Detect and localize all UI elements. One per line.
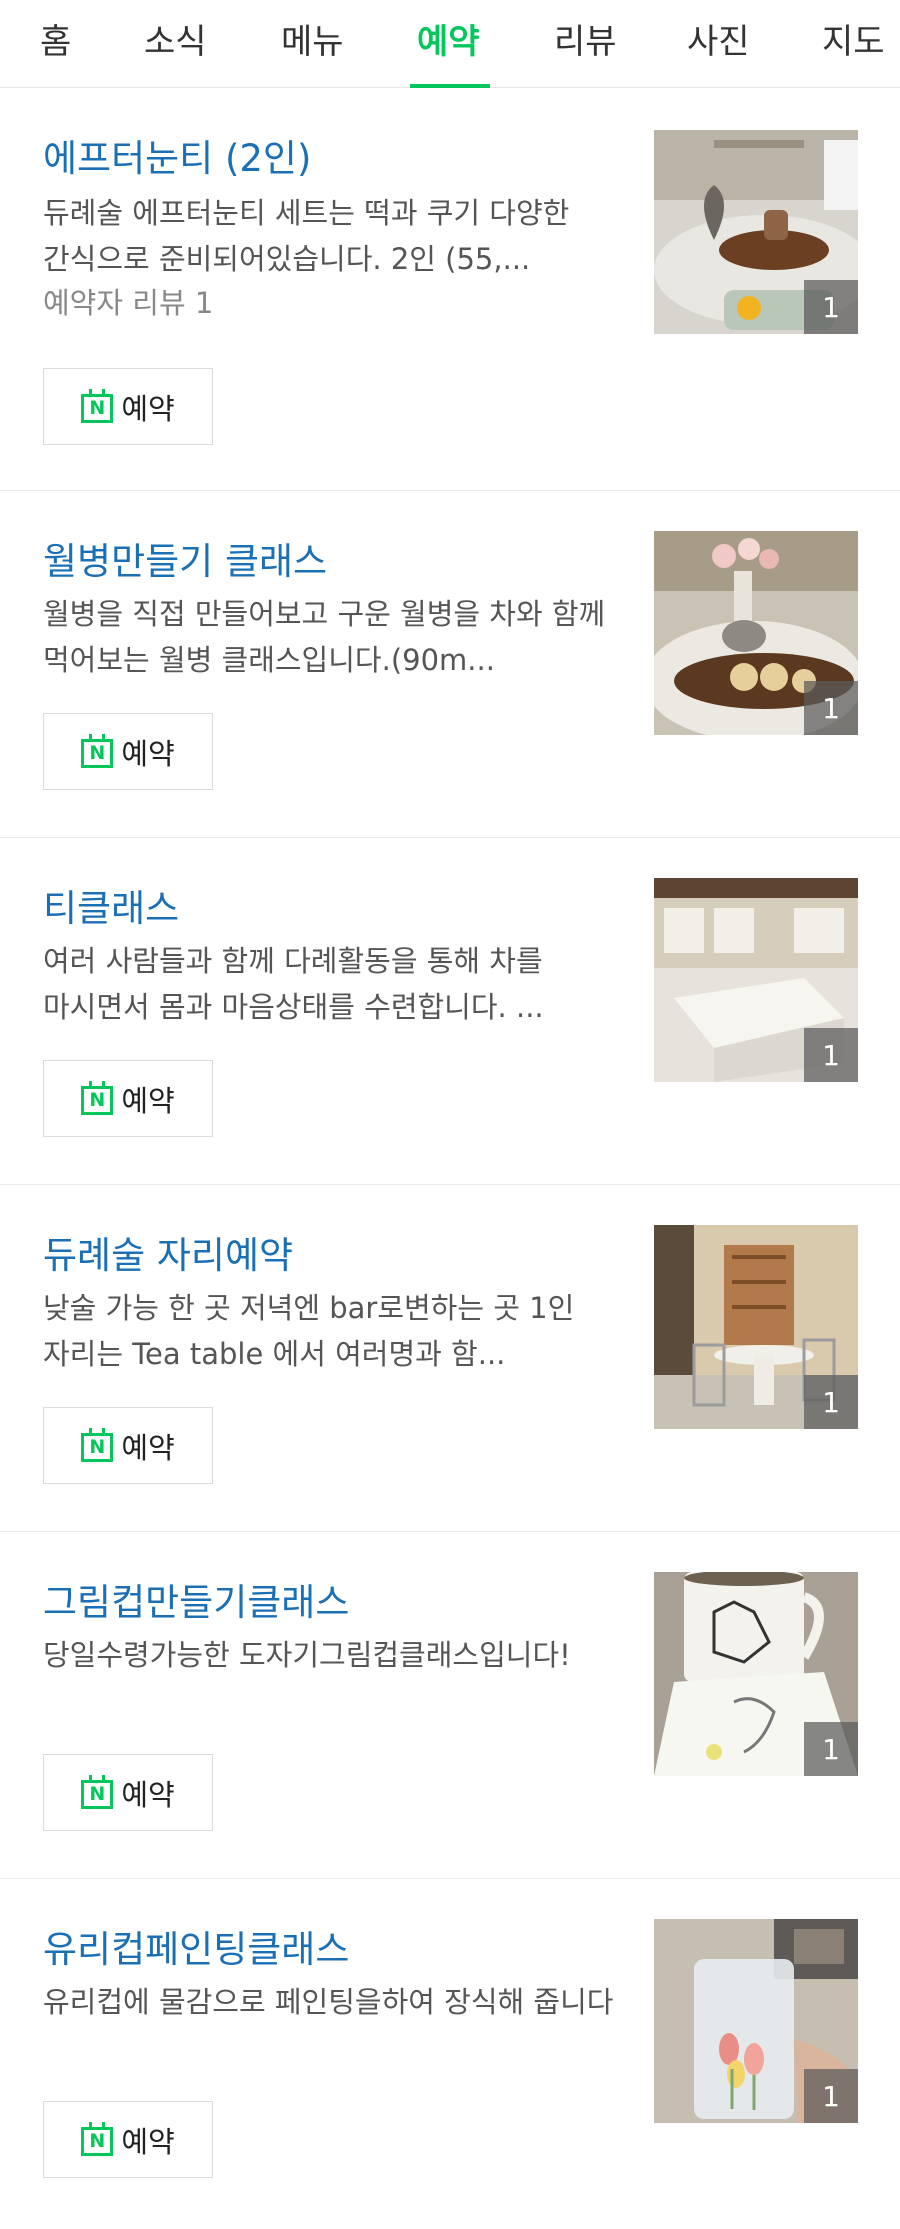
item-title[interactable]: 에프터눈티 (2인) — [43, 128, 311, 182]
photo-count-badge: 1 — [804, 1028, 858, 1082]
photo-count-badge: 1 — [804, 2069, 858, 2123]
list-item: 그림컵만들기클래스 당일수령가능한 도자기그림컵클래스입니다! N 예약 1 — [0, 1532, 900, 1879]
item-description: 여러 사람들과 함께 다례활동을 통해 차를 마시면서 몸과 마음상태를 수련합… — [43, 944, 544, 1024]
tab-bar: 홈 소식 메뉴 예약 리뷰 사진 지도 — [0, 0, 900, 88]
reserve-button[interactable]: N 예약 — [43, 1060, 213, 1137]
tab-photos[interactable]: 사진 — [687, 14, 750, 63]
item-thumbnail[interactable]: 1 — [654, 878, 858, 1082]
naver-calendar-icon: N — [81, 1774, 114, 1809]
reserve-button-label: 예약 — [121, 1430, 175, 1465]
reserve-button-label: 예약 — [121, 1083, 175, 1118]
item-thumbnail[interactable]: 1 — [654, 130, 858, 334]
list-item: 월병만들기 클래스 월병을 직접 만들어보고 구운 월병을 차와 함께 먹어보는… — [0, 491, 900, 838]
item-title[interactable]: 월병만들기 클래스 — [43, 531, 327, 585]
item-description: 낮술 가능 한 곳 저녁엔 bar로변하는 곳 1인 자리는 Tea table… — [43, 1291, 575, 1371]
naver-calendar-icon: N — [81, 388, 114, 423]
item-title[interactable]: 유리컵페인팅클래스 — [43, 1919, 349, 1973]
reserve-button[interactable]: N 예약 — [43, 2101, 213, 2178]
reserve-button[interactable]: N 예약 — [43, 1754, 213, 1831]
naver-calendar-icon: N — [81, 1080, 114, 1115]
item-thumbnail[interactable]: 1 — [654, 531, 858, 735]
reserve-button-label: 예약 — [121, 736, 175, 771]
naver-calendar-icon: N — [81, 733, 114, 768]
item-title[interactable]: 듀례술 자리예약 — [43, 1225, 293, 1279]
tab-menu[interactable]: 메뉴 — [281, 14, 344, 63]
reserve-button-label: 예약 — [121, 2124, 175, 2159]
reserve-button[interactable]: N 예약 — [43, 1407, 213, 1484]
tab-news[interactable]: 소식 — [144, 14, 207, 63]
item-review-count[interactable]: 예약자 리뷰 1 — [43, 280, 213, 322]
tab-reviews[interactable]: 리뷰 — [554, 14, 617, 63]
item-description: 월병을 직접 만들어보고 구운 월병을 차와 함께 먹어보는 월병 클래스입니다… — [43, 597, 606, 677]
reserve-button[interactable]: N 예약 — [43, 368, 213, 445]
photo-count-badge: 1 — [804, 1375, 858, 1429]
reservation-list: 에프터눈티 (2인) 듀례술 에프터눈티 세트는 떡과 쿠기 다양한 간식으로 … — [0, 88, 900, 2229]
photo-count-badge: 1 — [804, 280, 858, 334]
naver-calendar-icon: N — [81, 2121, 114, 2156]
item-title[interactable]: 그림컵만들기클래스 — [43, 1572, 349, 1626]
list-item: 유리컵페인팅클래스 유리컵에 물감으로 페인팅을하여 장식해 줍니다 N 예약 … — [0, 1879, 900, 2229]
list-item: 티클래스 여러 사람들과 함께 다례활동을 통해 차를 마시면서 몸과 마음상태… — [0, 838, 900, 1185]
item-thumbnail[interactable]: 1 — [654, 1225, 858, 1429]
reserve-button-label: 예약 — [121, 391, 175, 426]
reserve-button[interactable]: N 예약 — [43, 713, 213, 790]
item-thumbnail[interactable]: 1 — [654, 1572, 858, 1776]
reserve-button-label: 예약 — [121, 1777, 175, 1812]
item-thumbnail[interactable]: 1 — [654, 1919, 858, 2123]
list-item: 듀례술 자리예약 낮술 가능 한 곳 저녁엔 bar로변하는 곳 1인 자리는 … — [0, 1185, 900, 1532]
item-description: 유리컵에 물감으로 페인팅을하여 장식해 줍니다 — [43, 1985, 614, 2019]
item-description: 당일수령가능한 도자기그림컵클래스입니다! — [43, 1638, 571, 1672]
photo-count-badge: 1 — [804, 1722, 858, 1776]
tab-reservation[interactable]: 예약 — [417, 14, 480, 63]
item-title[interactable]: 티클래스 — [43, 878, 179, 932]
photo-count-badge: 1 — [804, 681, 858, 735]
tab-home[interactable]: 홈 — [40, 14, 71, 63]
tab-map[interactable]: 지도 — [822, 14, 885, 63]
naver-calendar-icon: N — [81, 1427, 114, 1462]
list-item: 에프터눈티 (2인) 듀례술 에프터눈티 세트는 떡과 쿠기 다양한 간식으로 … — [0, 88, 900, 491]
item-description: 듀례술 에프터눈티 세트는 떡과 쿠기 다양한 간식으로 준비되어있습니다. 2… — [43, 196, 570, 276]
